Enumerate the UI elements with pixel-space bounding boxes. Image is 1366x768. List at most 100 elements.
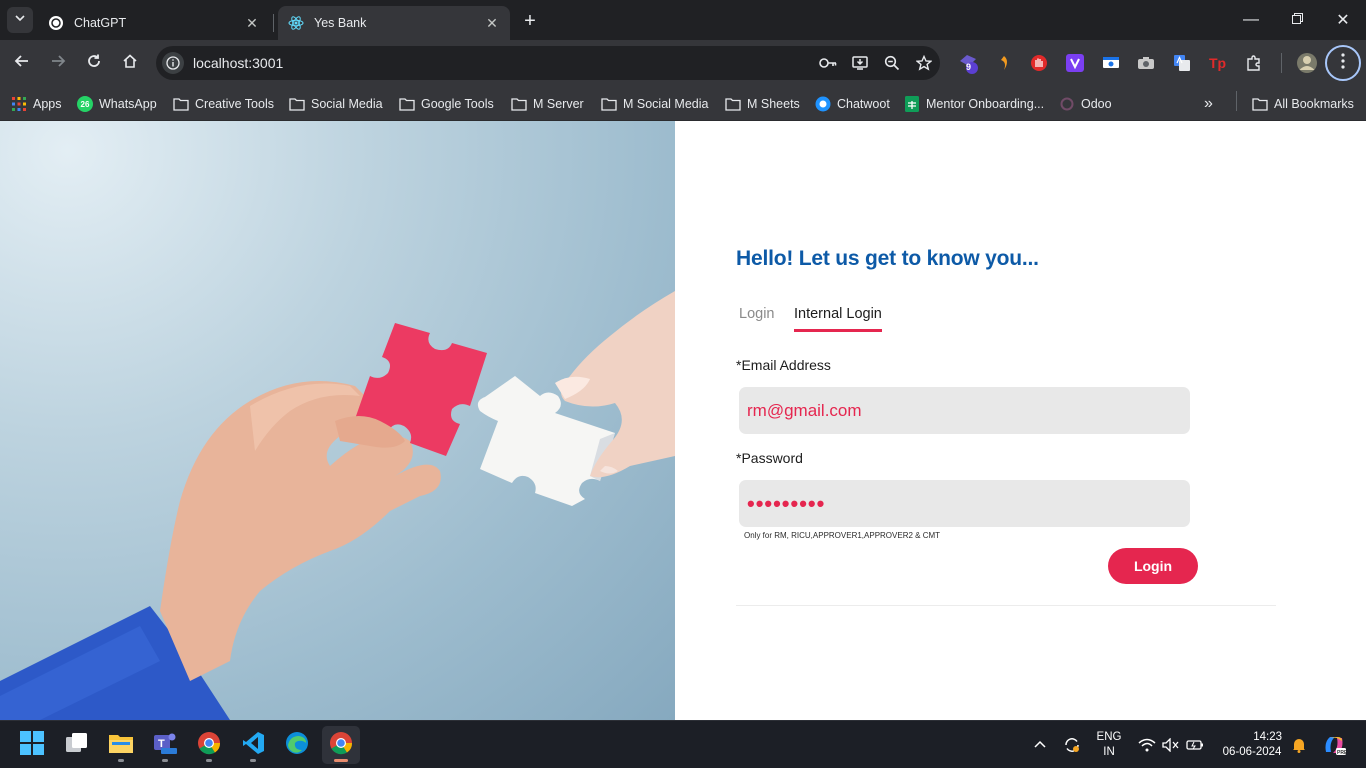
notification-bell-icon[interactable]	[1288, 721, 1310, 768]
reload-button[interactable]	[79, 48, 109, 78]
folder-icon	[725, 96, 741, 112]
forward-button[interactable]	[43, 48, 73, 78]
bookmark-label: Social Media	[311, 97, 383, 111]
bookmark-all-bookmarks[interactable]: All Bookmarks	[1252, 92, 1354, 116]
bookmark-folder-m-sheets[interactable]: M Sheets	[725, 92, 800, 116]
extension-v-icon[interactable]	[1063, 51, 1087, 75]
tray-overflow-button[interactable]	[1028, 721, 1052, 768]
folder-icon	[289, 96, 305, 112]
svg-text:Tp: Tp	[1209, 55, 1226, 71]
bookmark-star-icon[interactable]	[908, 47, 940, 79]
bookmark-label: Google Tools	[421, 97, 494, 111]
chatwoot-icon	[815, 96, 831, 112]
chevron-down-icon	[14, 11, 26, 29]
folder-icon	[173, 96, 189, 112]
bookmark-folder-m-social-media[interactable]: M Social Media	[601, 92, 708, 116]
password-label: *Password	[736, 450, 803, 466]
profile-avatar[interactable]	[1295, 51, 1319, 75]
vscode-button[interactable]	[234, 726, 272, 764]
vscode-icon	[241, 731, 265, 760]
bookmark-label: M Social Media	[623, 97, 709, 111]
teams-button[interactable]: T	[146, 726, 184, 764]
install-app-icon[interactable]	[844, 47, 876, 79]
bookmark-label: WhatsApp	[99, 97, 157, 111]
extension-translate-icon[interactable]	[1170, 51, 1194, 75]
home-icon	[122, 53, 138, 74]
folder-icon	[601, 96, 617, 112]
extension-camera-icon[interactable]	[1134, 51, 1158, 75]
bookmark-label: Creative Tools	[195, 97, 274, 111]
site-info-icon[interactable]	[162, 52, 184, 74]
extension-purple-icon[interactable]: 9	[956, 51, 980, 75]
bookmark-folder-m-server[interactable]: M Server	[511, 92, 584, 116]
close-tab-icon[interactable]: ✕	[484, 15, 500, 31]
close-window-button[interactable]: ✕	[1320, 0, 1366, 40]
close-tab-icon[interactable]: ✕	[244, 15, 260, 31]
folder-icon	[511, 96, 527, 112]
battery-icon[interactable]	[1184, 721, 1206, 768]
copilot-icon[interactable]: PRE	[1320, 721, 1348, 768]
chrome-active-button[interactable]	[322, 726, 360, 764]
tab-yes-bank[interactable]: Yes Bank ✕	[278, 6, 510, 40]
tab-divider	[273, 14, 274, 32]
browser-toolbar: localhost:3001 9 Tp	[0, 40, 1366, 86]
language-indicator[interactable]: ENG IN	[1094, 730, 1124, 760]
bookmark-label: Mentor Onboarding...	[926, 97, 1045, 111]
zoom-icon[interactable]	[876, 47, 908, 79]
reload-icon	[86, 53, 102, 74]
start-button[interactable]	[13, 726, 51, 764]
volume-muted-icon[interactable]	[1160, 721, 1182, 768]
clock[interactable]: 14:23 06-06-2024	[1218, 730, 1286, 760]
tab-login[interactable]: Login	[739, 306, 774, 330]
url-text[interactable]: localhost:3001	[193, 55, 812, 71]
language-code: ENG	[1096, 731, 1122, 743]
wifi-icon[interactable]	[1136, 721, 1158, 768]
bookmark-folder-google-tools[interactable]: Google Tools	[399, 92, 494, 116]
bookmark-odoo[interactable]: Odoo	[1059, 92, 1112, 116]
tab-chatgpt[interactable]: ChatGPT ✕	[38, 6, 270, 40]
bookmarks-overflow-button[interactable]: »	[1204, 92, 1213, 116]
arrow-right-icon	[50, 53, 66, 74]
edge-icon	[285, 731, 309, 760]
bookmark-whatsapp[interactable]: 26 WhatsApp	[77, 92, 157, 116]
back-button[interactable]	[7, 48, 37, 78]
restore-button[interactable]	[1274, 0, 1320, 40]
bookmark-mentor-onboarding[interactable]: Mentor Onboarding...	[904, 92, 1044, 116]
bookmark-apps[interactable]: Apps	[11, 92, 62, 116]
sync-tray-icon[interactable]	[1060, 721, 1084, 768]
edge-button[interactable]	[278, 726, 316, 764]
address-bar[interactable]: localhost:3001	[156, 46, 940, 80]
file-explorer-button[interactable]	[102, 726, 140, 764]
bookmark-folder-creative-tools[interactable]: Creative Tools	[173, 92, 274, 116]
email-field[interactable]	[739, 387, 1190, 434]
login-button[interactable]: Login	[1108, 548, 1198, 584]
extension-red-hand-icon[interactable]	[1027, 51, 1051, 75]
tab-search-button[interactable]	[7, 7, 33, 33]
double-chevron-right-icon: »	[1204, 95, 1213, 112]
extensions-puzzle-icon[interactable]	[1242, 51, 1266, 75]
svg-text:PRE: PRE	[1337, 750, 1346, 756]
bookmark-folder-social-media[interactable]: Social Media	[289, 92, 383, 116]
browser-menu-button[interactable]	[1325, 45, 1361, 81]
plus-icon: +	[524, 9, 536, 32]
tab-title: ChatGPT	[74, 16, 127, 30]
task-view-button[interactable]	[58, 726, 96, 764]
minimize-button[interactable]: —	[1228, 0, 1274, 40]
running-indicator	[118, 759, 124, 762]
login-form: Hello! Let us get to know you... Login I…	[736, 121, 1276, 720]
whatsapp-icon: 26	[77, 96, 93, 112]
extension-screen-icon[interactable]	[1099, 51, 1123, 75]
restore-icon	[1291, 11, 1303, 29]
new-tab-button[interactable]: +	[518, 9, 542, 33]
chrome-button[interactable]	[190, 726, 228, 764]
sheets-icon	[904, 96, 920, 112]
bookmark-chatwoot[interactable]: Chatwoot	[815, 92, 890, 116]
bookmark-label: Apps	[33, 97, 62, 111]
tab-internal-login[interactable]: Internal Login	[794, 306, 882, 332]
folder-icon	[399, 96, 415, 112]
password-field[interactable]: •••••••••	[739, 480, 1190, 527]
extension-tp-icon[interactable]: Tp	[1206, 51, 1230, 75]
home-button[interactable]	[115, 48, 145, 78]
extension-orange-icon[interactable]	[992, 51, 1016, 75]
password-key-icon[interactable]	[812, 47, 844, 79]
